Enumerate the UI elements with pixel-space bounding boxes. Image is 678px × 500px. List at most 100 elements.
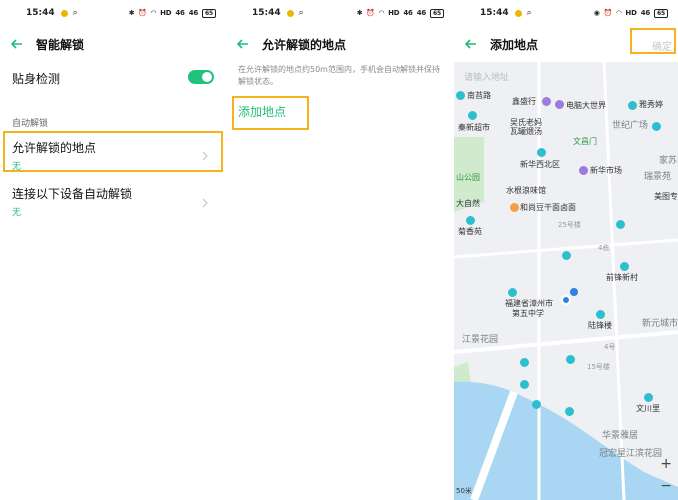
wifi-icon: ◠ [616,8,622,17]
alarm-icon: ⏰ [138,8,147,17]
status-time: 15:44 [26,8,55,18]
signal-badge: 46 [640,8,651,17]
battery-icon: 65 [202,8,216,18]
map-label: 新华市场 [590,166,622,175]
map-label: 华景雅居 [602,431,639,441]
poi-pin [466,216,475,225]
poi-pin [532,400,541,409]
map-label: 25号楼 [558,221,581,229]
status-icons: ✱ ⏰ ◠ HD 46 46 65 [129,8,216,18]
app-header: 允许解锁的地点 [226,26,454,62]
map-label: 菊香苑 [458,227,482,236]
poi-pin [616,220,625,229]
add-place-screen: 15:44 ⌕ ◉ ⏰ ◠ HD 46 65 添加地点 确定 请输入地址 南苔路… [454,0,678,500]
map-label: 家苏 [659,156,678,166]
wifi-icon: ◠ [378,8,385,17]
signal-badge: 46 [175,8,185,17]
poi-pin [555,100,564,109]
map-label: 山公园 [456,173,480,182]
map-label: 新华西北区 [520,160,560,169]
poi-pin [456,91,465,100]
signal-badge-2: 46 [188,8,199,17]
poi-pin [542,97,551,106]
highlight-frame [3,131,223,172]
wifi-icon: ◠ [150,8,157,17]
back-arrow-icon[interactable] [10,37,24,51]
map-label: 第五中学 [512,309,544,318]
toggle-knob [202,72,212,82]
map-label: 文昌门 [573,137,597,146]
zoom-in-button[interactable]: + [660,456,672,472]
poi-pin [508,288,517,297]
alarm-icon: ⏰ [366,8,375,17]
trusted-places-screen: 15:44 ⌕ ✱ ⏰ ◠ HD 46 46 65 允许解锁的地点 在允许解锁的… [226,0,454,500]
poi-pin [566,355,575,364]
map-label: 前锋新村 [606,273,638,282]
search-icon: ⌕ [72,8,78,18]
network-badge: HD [388,8,400,17]
status-bar: 15:44 ⌕ ✱ ⏰ ◠ HD 46 46 65 [226,0,454,26]
connected-devices-value: 无 [12,208,22,218]
description-text: 在允许解锁的地点约50m范围内，手机会自动解锁并保持解锁状态。 [238,65,440,86]
map-label: 文川里 [636,404,660,413]
map-label: 世纪广场 [612,121,649,131]
map-label: 电脑大世界 [566,101,606,110]
proximity-detection-toggle[interactable] [188,70,214,84]
map-search-hint: 请输入地址 [464,73,510,83]
page-title: 允许解锁的地点 [262,37,347,52]
app-header: 智能解锁 [0,26,226,62]
map-label: 水根浪味馆 [506,186,546,195]
map-view[interactable]: 请输入地址 南苔路 鑫盛行 电脑大世界 雅秀婷 秦新超市 吴氏老妈 瓦罐煨汤 世… [454,62,678,500]
map-label: 冠宏星江滨花园 [599,449,663,459]
search-icon: ⌕ [298,8,304,18]
poi-pin [537,148,546,157]
poi-pin [520,380,529,389]
poi-pin [565,407,574,416]
notification-icon [286,9,294,17]
status-bar: 15:44 ⌕ ✱ ⏰ ◠ HD 46 46 65 [0,0,226,26]
map-label: 雅秀婷 [639,100,663,109]
status-time: 15:44 [480,8,509,18]
map-label: 4号 [604,343,616,351]
status-icons: ◉ ⏰ ◠ HD 46 65 [593,8,668,18]
network-badge: HD [160,8,172,17]
bluetooth-icon: ✱ [356,8,363,17]
map-label: 新元城市 [642,319,678,329]
map-label: 瓦罐煨汤 [510,127,542,136]
current-location-arrow-icon [570,288,578,296]
map-label: 大自然 [456,199,480,208]
map-label: 和尚豆干面卤面 [520,203,576,212]
highlight-frame [232,96,309,130]
connected-devices-label: 连接以下设备自动解锁 [12,187,133,201]
location-icon: ◉ [593,8,600,17]
map-label: 陆锋楼 [588,321,612,330]
zoom-out-button[interactable]: − [660,478,672,494]
connected-devices-item[interactable]: 连接以下设备自动解锁 无 [4,178,222,218]
map-scale-label: 50米 [456,487,472,495]
signal-badge: 46 [403,8,413,17]
poi-pin [644,393,653,402]
chevron-right-icon [200,193,210,208]
status-bar: 15:44 ⌕ ◉ ⏰ ◠ HD 46 65 [454,0,678,26]
current-location-dot [561,295,571,305]
map-label: 秦新超市 [458,123,490,132]
poi-pin [620,262,629,271]
signal-badge-2: 46 [416,8,427,17]
back-arrow-icon[interactable] [464,37,478,51]
poi-pin [628,101,637,110]
poi-pin [652,122,661,131]
alarm-icon: ⏰ [603,8,613,17]
highlight-frame [630,28,676,54]
search-icon: ⌕ [526,8,532,18]
map-label: 鑫盛行 [512,97,536,106]
poi-pin [520,358,529,367]
poi-pin [579,166,588,175]
notification-icon [60,9,68,17]
map-label: 4栋 [598,244,610,252]
proximity-detection-label: 贴身检测 [12,72,61,86]
back-arrow-icon[interactable] [236,37,250,51]
map-label: 15号楼 [587,363,610,371]
battery-icon: 65 [654,8,668,18]
map-label: 美图专 [654,192,678,201]
map-label: 南苔路 [467,91,491,100]
